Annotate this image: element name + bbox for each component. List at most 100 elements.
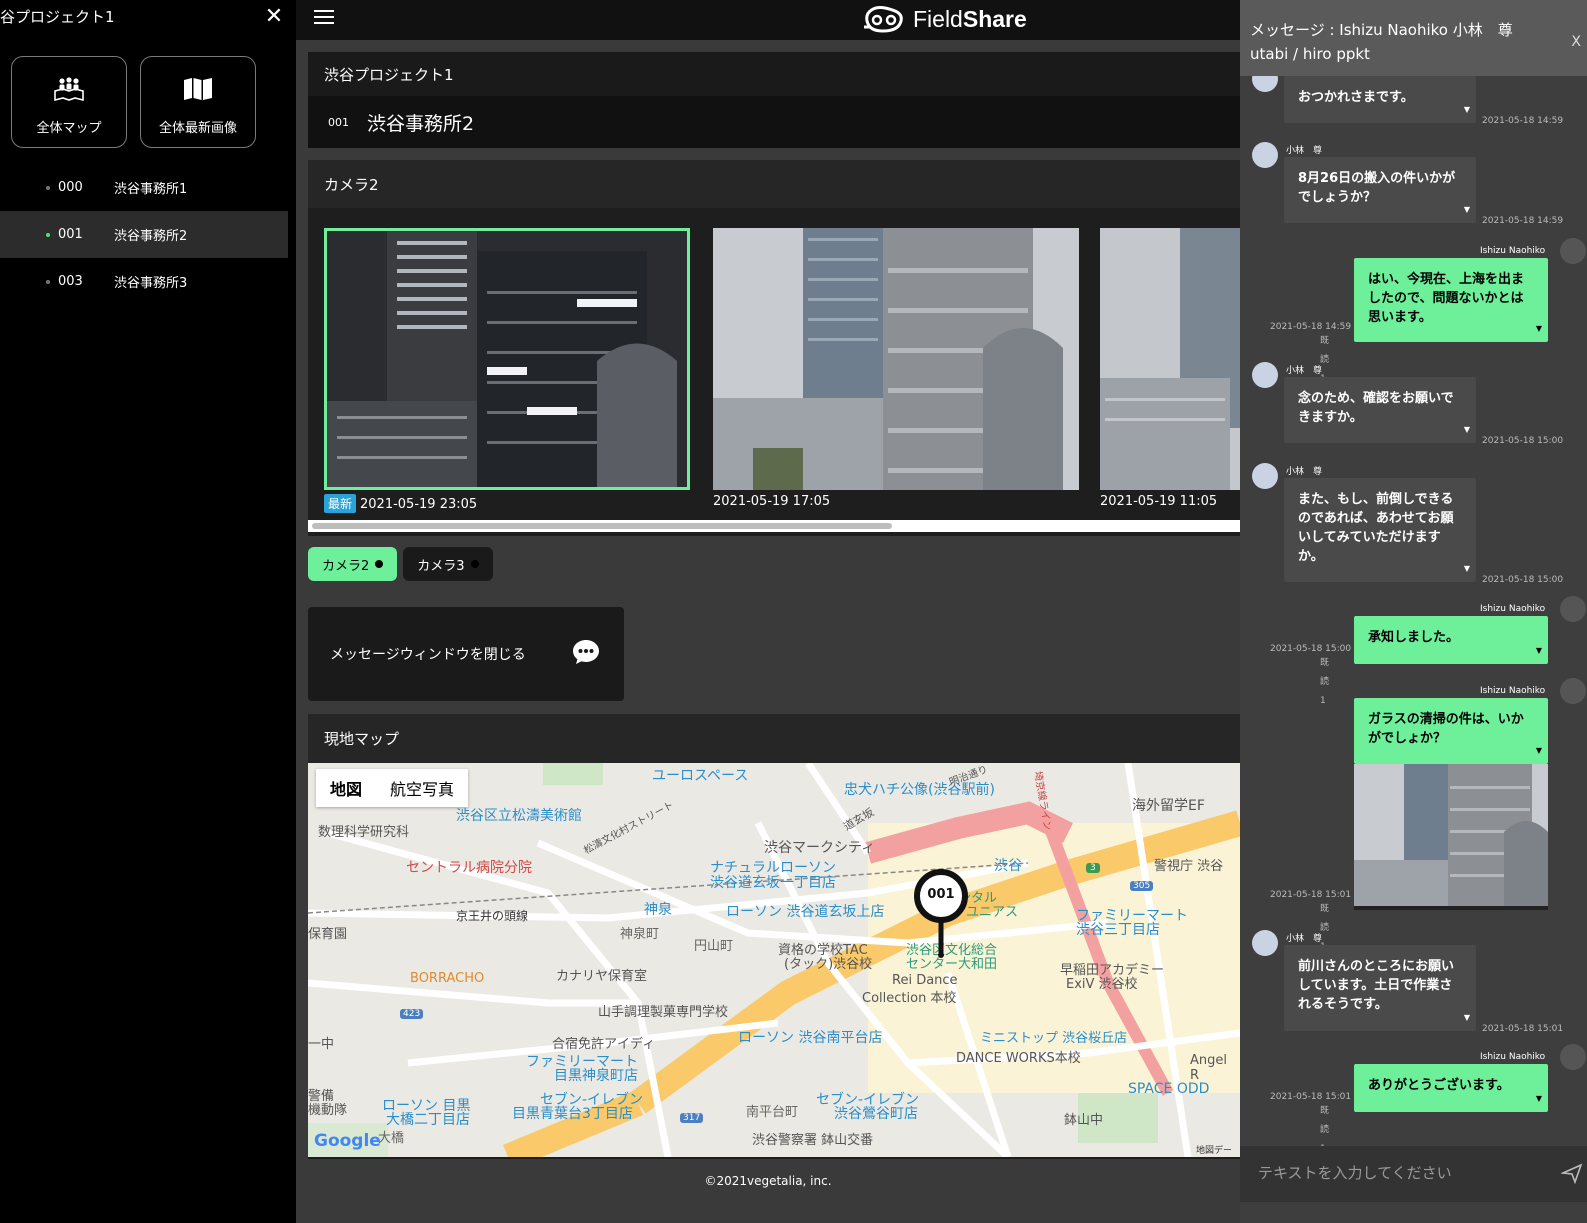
attached-image[interactable] [1354,764,1548,910]
map-label: 数理科学研究科 [318,825,410,840]
status-dot [46,232,50,237]
message-bubble[interactable]: 承知しました。 ▼ [1354,616,1548,664]
project-title-bar: 渋谷プロジェクト1 [308,52,1240,96]
message-bubble[interactable]: 8月26日の搬入の件いかがでしょうか？ ▼ [1284,157,1476,223]
send-icon[interactable] [1561,1162,1583,1184]
app-root: 谷プロジェクト1 ✕ 全体マップ 全体最新画像 000 渋谷事務所1 001 渋 [0,0,1587,1223]
message-time: 2021-05-18 15:01 [1270,1092,1352,1102]
camera-image-thumb[interactable]: 最新 2021-05-19 23:05 [324,228,690,513]
map-tab-satellite[interactable]: 航空写真 [376,769,468,807]
map-label: ユーロスペース [652,768,749,784]
avatar [1252,463,1278,489]
chevron-down-icon[interactable]: ▼ [1464,1008,1470,1027]
hamburger-menu-icon[interactable] [314,10,334,26]
map-label: 神泉 [644,902,672,918]
map-label: 目黒青葉台3丁目店 [512,1106,633,1122]
message-text: 承知しました。 [1368,630,1460,645]
route-shield: 317 [680,1113,704,1123]
logo-text-share: Share [962,5,1027,32]
chevron-down-icon[interactable]: ▼ [1536,641,1542,660]
project-title: 渋谷プロジェクト1 [324,65,454,84]
site-item-001[interactable]: 001 渋谷事務所2 [0,211,288,258]
overall-map-button[interactable]: 全体マップ [11,56,127,148]
chevron-down-icon[interactable]: ▼ [1464,200,1470,219]
message-bubble[interactable]: また、もし、前倒しできるのであれば、あわせてお願いしてみていただけますか。 ▼ [1284,478,1476,582]
message-bubble[interactable]: はい、今現在、上海を出ましたので、問題ないかとは思います。 ▼ [1354,258,1548,342]
message-text: 8月26日の搬入の件いかがでしょうか？ [1298,171,1456,205]
message-bubble[interactable]: ありがとうございます。 ▼ [1354,1064,1548,1112]
avatar [1252,930,1278,956]
chevron-down-icon[interactable]: ▼ [1464,559,1470,578]
google-map[interactable]: 地図 航空写真 ユーロスペース 忠犬ハチ公像(渋谷駅前) 渋谷区立松濤美術館 海… [308,763,1240,1157]
map-label: DANCE WORKS本校 [956,1051,1081,1066]
fieldshare-logo: FieldShare [861,2,1027,36]
map-label: 京王井の頭線 [456,909,529,923]
horizontal-scrollbar[interactable] [308,520,1240,532]
chevron-down-icon[interactable]: ▼ [1536,1089,1542,1108]
map-label: 神泉町 [620,927,660,942]
chat-bubble-icon [573,640,599,664]
map-type-switch: 地図 航空写真 [316,769,469,807]
chevron-down-icon[interactable]: ▼ [1536,319,1542,338]
map-label: 渋谷マークシティ [764,840,876,856]
map-label: 渋谷鶯谷町店 [834,1106,918,1122]
site-name: 渋谷事務所3 [114,276,188,291]
close-icon[interactable]: ✕ [262,4,286,29]
site-item-003[interactable]: 003 渋谷事務所3 [0,258,288,305]
message-bubble[interactable]: 前川さんのところにお願いしています。土日で作業されるそうです。 ▼ [1284,945,1476,1031]
map-label: 大橋二丁目店 [386,1112,470,1128]
message-bubble[interactable]: 念のため、確認をお願いできますか。 ▼ [1284,377,1476,443]
camera-image-thumb[interactable]: 2021-05-19 17:05 [713,228,1079,509]
logo-text-field: Field [913,5,963,32]
avatar [1560,678,1586,704]
image-timestamp: 2021-05-19 11:05 [1100,494,1218,509]
overall-latest-images-label: 全体最新画像 [158,121,237,136]
route-shield: 423 [400,1009,424,1019]
site-location-marker[interactable]: 001 [914,869,968,965]
chat-header: メッセージ : Ishizu Naohiko 小林 尊 utabi / hiro… [1240,0,1587,76]
chevron-down-icon[interactable]: ▼ [1464,420,1470,439]
close-chat-button[interactable]: X [1571,30,1581,54]
map-label: 保育園 [308,927,348,942]
message-bubble[interactable]: ガラスの清掃の件は、いかがでしょか？ ▼ [1354,698,1548,764]
map-label: 一中 [308,1037,335,1052]
map-label: ExiV 渋谷校 [1066,977,1138,992]
tab-camera2[interactable]: カメラ2 [308,547,398,581]
sidebar-project-title: 谷プロジェクト1 [0,8,115,26]
chevron-down-icon[interactable]: ▼ [1536,741,1542,760]
copyright: ©2021vegetalia, inc. [704,1174,832,1188]
chevron-down-icon[interactable]: ▼ [1464,100,1470,119]
image-timestamp: 2021-05-19 17:05 [713,494,831,509]
image-timestamp: 2021-05-19 23:05 [360,497,478,512]
read-receipt: 既読 1 [1320,1106,1330,1146]
site-name: 渋谷事務所2 [367,112,475,135]
camera-image-thumb[interactable]: 2021-05-19 11:05 [1100,228,1240,509]
close-message-window-button[interactable]: メッセージウィンドウを閉じる [308,607,624,701]
site-name: 渋谷事務所1 [114,182,188,197]
message-time: 2021-05-18 15:01 [1482,1024,1564,1034]
map-label: BORRACHO [410,971,485,986]
map-label: SPACE ODD [1128,1081,1210,1097]
scrollbar-thumb[interactable] [312,523,892,529]
tab-camera3[interactable]: カメラ3 [403,547,493,581]
overall-latest-images-button[interactable]: 全体最新画像 [140,56,256,148]
map-label: Angel R [1190,1053,1227,1083]
main-content: 渋谷プロジェクト1 001 渋谷事務所2 カメラ2 最新 2021-05-19 … [296,40,1240,1223]
avatar [1252,76,1278,92]
site-item-000[interactable]: 000 渋谷事務所1 [0,164,288,211]
message-input[interactable]: テキストを入力してください [1240,1146,1587,1202]
map-tab-map[interactable]: 地図 [316,769,376,807]
site-code: 003 [58,274,83,289]
overall-map-label: 全体マップ [36,121,102,136]
message-bubble[interactable]: おつかれさまです。 ▼ [1284,76,1476,123]
map-label: 渋谷警察署 鉢山交番 [752,1133,874,1148]
people-map-icon [12,77,126,103]
map-label: ユニアス [966,905,1019,920]
message-input-placeholder: テキストを入力してください [1258,1164,1452,1182]
camera-tabs: カメラ2 カメラ3 [308,547,499,583]
map-label: Collection 本校 [862,991,957,1006]
map-label: 渋谷 [994,858,1022,874]
map-label: (タック)渋谷校 [784,957,873,972]
map-label: 渋谷三丁目店 [1076,922,1160,938]
sidebar: 谷プロジェクト1 ✕ 全体マップ 全体最新画像 000 渋谷事務所1 001 渋 [0,0,296,1223]
